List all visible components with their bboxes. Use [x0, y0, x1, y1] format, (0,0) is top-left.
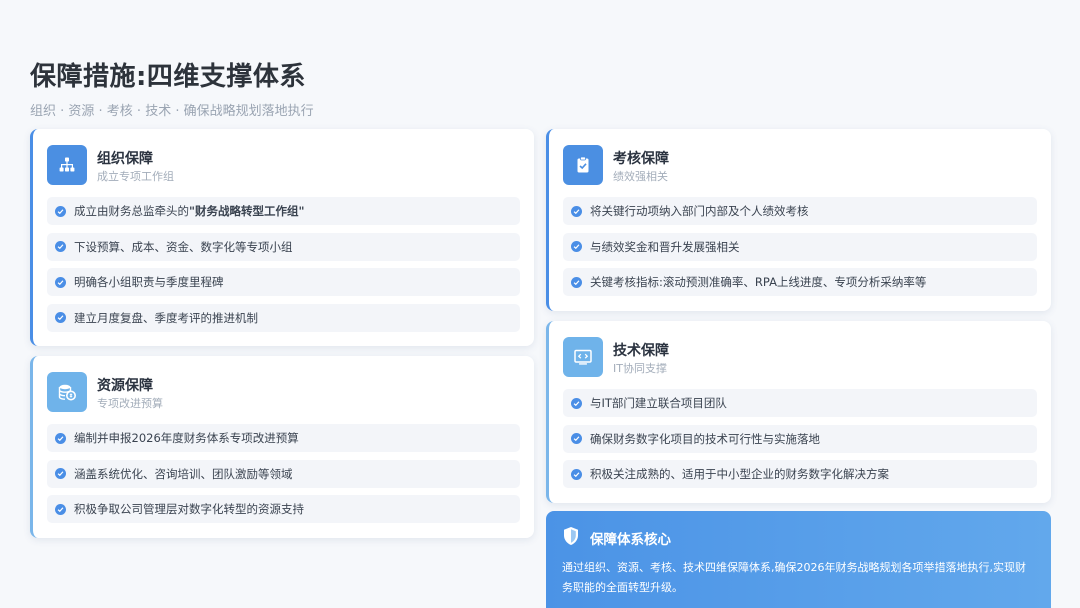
check-circle-icon: [55, 432, 66, 444]
check-circle-icon: [55, 241, 66, 252]
check-circle-icon: [55, 468, 66, 479]
tech-item-text: 与IT部门建立联合项目团队: [590, 396, 727, 410]
core-summary-text: 通过组织、资源、考核、技术四维保障体系,确保2026年财务战略规划各项举措落地执…: [562, 561, 1026, 594]
list-item: 编制并申报2026年度财务体系专项改进预算: [47, 424, 520, 452]
core-summary-panel: 保障体系核心 通过组织、资源、考核、技术四维保障体系,确保2026年财务战略规划…: [546, 511, 1051, 608]
list-item: 涵盖系统优化、咨询培训、团队激励等领域: [47, 459, 520, 488]
assessment-item-text: 关键考核指标:滚动预测准确率、RPA上线进度、专项分析采纳率等: [590, 275, 927, 289]
org-card-subtitle: 成立专项工作组: [97, 170, 174, 183]
org-item-highlight: "财务战略转型工作组": [189, 204, 305, 218]
check-circle-icon: [55, 312, 66, 323]
resource-card: 资源保障 专项改进预算 编制并申报2026年度财务体系专项改进预算 涵盖系统优化…: [30, 356, 534, 538]
coins-icon: [47, 372, 87, 412]
resource-item-text: 涵盖系统优化、咨询培训、团队激励等领域: [74, 466, 293, 481]
assessment-card-subtitle: 绩效强相关: [613, 170, 668, 183]
resource-card-subtitle: 专项改进预算: [97, 397, 163, 410]
list-item: 明确各小组职责与季度里程碑: [47, 268, 520, 296]
check-circle-icon: [571, 241, 582, 252]
list-item: 下设预算、成本、资金、数字化等专项小组: [47, 232, 520, 261]
code-window-icon: [563, 337, 603, 377]
list-item: 与IT部门建立联合项目团队: [563, 389, 1037, 417]
org-item-text: 明确各小组职责与季度里程碑: [74, 275, 224, 289]
core-summary-title: 保障体系核心: [590, 532, 671, 548]
resource-item-list: 编制并申报2026年度财务体系专项改进预算 涵盖系统优化、咨询培训、团队激励等领…: [47, 424, 520, 531]
org-chart-icon: [47, 145, 87, 185]
resource-item-text: 编制并申报2026年度财务体系专项改进预算: [74, 431, 299, 445]
check-circle-icon: [571, 276, 582, 288]
shield-icon: [562, 526, 580, 550]
check-circle-icon: [571, 433, 582, 444]
org-item-text: 下设预算、成本、资金、数字化等专项小组: [74, 239, 293, 254]
check-circle-icon: [55, 503, 66, 515]
org-card-title: 组织保障: [97, 151, 153, 167]
list-item: 将关键行动项纳入部门内部及个人绩效考核: [563, 197, 1037, 225]
resource-card-title: 资源保障: [97, 378, 153, 394]
list-item: 确保财务数字化项目的技术可行性与实施落地: [563, 424, 1037, 453]
list-item: 建立月度复盘、季度考评的推进机制: [47, 303, 520, 332]
org-item-text: 建立月度复盘、季度考评的推进机制: [74, 310, 258, 325]
tech-card: 技术保障 IT协同支撑 与IT部门建立联合项目团队 确保财务数字化项目的技术可行…: [546, 321, 1051, 503]
page-title: 保障措施:四维支撑体系: [30, 62, 306, 92]
check-circle-icon: [571, 468, 582, 480]
tech-card-title: 技术保障: [613, 343, 669, 359]
check-circle-icon: [571, 397, 582, 409]
tech-item-text: 积极关注成熟的、适用于中小型企业的财务数字化解决方案: [590, 467, 889, 481]
assessment-item-text: 将关键行动项纳入部门内部及个人绩效考核: [590, 204, 809, 218]
assessment-item-list: 将关键行动项纳入部门内部及个人绩效考核 与绩效奖金和晋升发展强相关 关键考核指标…: [563, 197, 1037, 304]
list-item: 积极争取公司管理层对数字化转型的资源支持: [47, 495, 520, 523]
list-item: 与绩效奖金和晋升发展强相关: [563, 232, 1037, 261]
org-item-text: 成立由财务总监牵头的: [74, 204, 189, 218]
assessment-card-title: 考核保障: [613, 151, 669, 167]
list-item: 关键考核指标:滚动预测准确率、RPA上线进度、专项分析采纳率等: [563, 268, 1037, 296]
org-item-list: 成立由财务总监牵头的 "财务战略转型工作组" 下设预算、成本、资金、数字化等专项小…: [47, 197, 520, 339]
check-circle-icon: [55, 205, 66, 217]
check-circle-icon: [571, 205, 582, 217]
clipboard-check-icon: [563, 145, 603, 185]
check-circle-icon: [55, 276, 66, 288]
list-item: 积极关注成熟的、适用于中小型企业的财务数字化解决方案: [563, 460, 1037, 488]
page-subtitle: 组织 · 资源 · 考核 · 技术 · 确保战略规划落地执行: [30, 104, 314, 119]
tech-item-list: 与IT部门建立联合项目团队 确保财务数字化项目的技术可行性与实施落地 积极关注成…: [563, 389, 1037, 496]
org-card: 组织保障 成立专项工作组 成立由财务总监牵头的 "财务战略转型工作组" 下设预算、…: [30, 129, 534, 346]
tech-item-text: 确保财务数字化项目的技术可行性与实施落地: [590, 431, 820, 446]
resource-item-text: 积极争取公司管理层对数字化转型的资源支持: [74, 502, 304, 516]
assessment-item-text: 与绩效奖金和晋升发展强相关: [590, 239, 740, 254]
assessment-card: 考核保障 绩效强相关 将关键行动项纳入部门内部及个人绩效考核 与绩效奖金和晋升发…: [546, 129, 1051, 311]
list-item: 成立由财务总监牵头的 "财务战略转型工作组": [47, 197, 520, 225]
tech-card-subtitle: IT协同支撑: [613, 362, 667, 375]
